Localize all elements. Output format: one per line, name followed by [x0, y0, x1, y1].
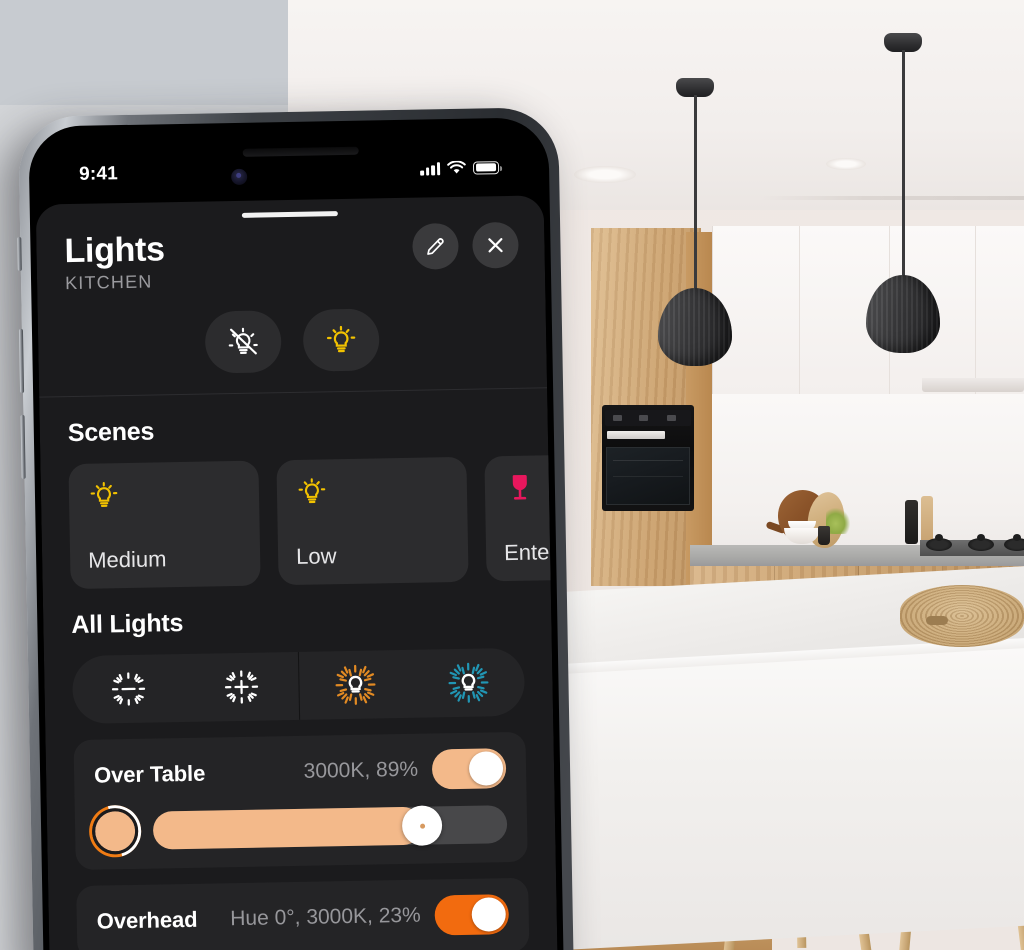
scenes-title: Scenes: [67, 417, 155, 448]
brightness-increase-icon: [225, 670, 259, 704]
phone-screen: 9:41 Lights KITCHEN Scenes Medium Low En…: [34, 123, 558, 950]
screenshot-root: 9:41 Lights KITCHEN Scenes Medium Low En…: [0, 0, 1024, 950]
light-toggle[interactable]: [431, 748, 507, 790]
brightness-down-button[interactable]: [72, 654, 186, 724]
light-card-over-table: Over Table 3000K, 89%: [73, 732, 528, 871]
power-controls: [66, 306, 519, 396]
basket-handle: [926, 616, 948, 625]
sheet-header: Lights KITCHEN: [36, 195, 547, 397]
ceiling-edge: [760, 196, 1024, 200]
warm-bulb-icon: [335, 665, 376, 706]
scenes-section: Scenes Medium Low Enter: [40, 411, 558, 590]
all-lights-section: All Lights Over Table 3000K, 89% Overhea…: [43, 603, 557, 950]
range-hood: [922, 378, 1024, 392]
scene-label: Enter: [503, 539, 557, 566]
slider-knob[interactable]: [401, 805, 443, 847]
bulb-on-icon: [90, 482, 118, 508]
scene-card-low[interactable]: Low: [276, 457, 469, 586]
battery-full-icon: [472, 160, 500, 175]
scene-card-medium[interactable]: Medium: [68, 460, 261, 590]
island-front-panel: [562, 647, 1024, 950]
light-name: Overhead: [96, 907, 198, 934]
header-actions: [412, 221, 519, 270]
gas-burner: [968, 534, 994, 551]
gas-burner: [1004, 534, 1024, 551]
oven-control-panel: [605, 410, 691, 426]
pendant-cord: [694, 95, 697, 295]
light-card-overhead: Overhead Hue 0°, 3000K, 23%: [76, 878, 530, 950]
light-value: Hue 0°, 3000K, 23%: [230, 904, 421, 931]
all-lights-off-button[interactable]: [204, 310, 282, 374]
smartphone: 9:41 Lights KITCHEN Scenes Medium Low En…: [17, 107, 574, 950]
oven-door-glass: [606, 447, 690, 505]
cool-bulb-icon: [448, 663, 489, 704]
bulb-on-icon: [298, 478, 326, 504]
light-toggle[interactable]: [434, 894, 510, 936]
cellular-signal-icon: [420, 161, 441, 176]
bulb-on-icon: [326, 326, 356, 353]
silent-switch[interactable]: [17, 236, 22, 271]
recessed-downlight-icon: [574, 166, 636, 183]
color-swatch-button[interactable]: [79, 796, 151, 867]
cool-light-button[interactable]: [411, 648, 525, 718]
recessed-downlight-icon: [826, 158, 866, 170]
status-bar-time: 9:41: [78, 163, 119, 185]
dark-vase: [818, 526, 830, 545]
close-button[interactable]: [472, 221, 519, 269]
room-name-label: KITCHEN: [64, 271, 153, 294]
scene-label: Low: [295, 543, 337, 570]
status-bar: 9:41: [35, 151, 543, 190]
wall-panel-grey: [0, 0, 288, 105]
light-name: Over Table: [93, 760, 206, 789]
all-lights-on-button[interactable]: [302, 308, 380, 373]
close-icon: [488, 238, 503, 253]
brightness-slider[interactable]: [152, 805, 508, 850]
woven-basket: [900, 585, 1024, 647]
brightness-decrease-icon: [112, 672, 146, 706]
all-lights-control-bar: [71, 648, 526, 725]
pendant-cord: [902, 50, 905, 282]
warm-light-button[interactable]: [298, 650, 412, 720]
wifi-icon: [447, 160, 466, 174]
all-lights-title: All Lights: [71, 609, 184, 640]
bulb-off-icon: [228, 328, 258, 355]
wine-glass-icon: [512, 475, 527, 500]
oven-display: [607, 431, 665, 439]
pencil-icon: [427, 238, 444, 255]
brightness-up-button[interactable]: [185, 652, 299, 722]
brightness-slider-row: [79, 796, 508, 867]
gas-burner: [926, 534, 952, 551]
scenes-list: Medium Low Enter: [68, 453, 558, 590]
light-header: Over Table 3000K, 89%: [94, 748, 507, 796]
lights-sheet: Lights KITCHEN Scenes Medium Low Enter A…: [35, 195, 558, 950]
light-value: 3000K, 89%: [303, 758, 419, 784]
pepper-grinder: [905, 500, 918, 544]
edit-button[interactable]: [412, 222, 459, 270]
light-header: Overhead Hue 0°, 3000K, 23%: [96, 894, 510, 942]
scene-card-entertainment[interactable]: Enter: [484, 453, 558, 582]
salt-grinder: [921, 496, 933, 544]
scene-label: Medium: [87, 546, 167, 574]
